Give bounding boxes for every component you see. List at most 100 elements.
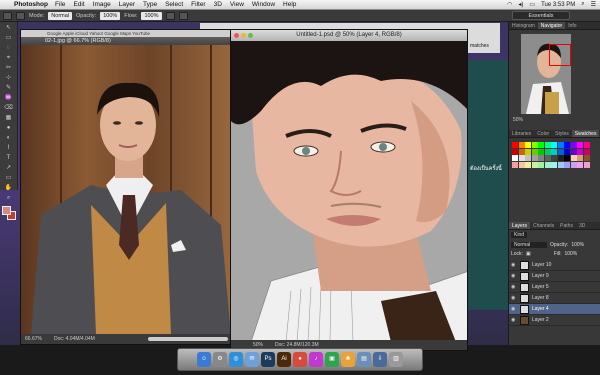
color-swatch[interactable] <box>531 142 538 148</box>
visibility-eye-icon[interactable]: ◉ <box>511 317 517 323</box>
menu-select[interactable]: Select <box>165 1 183 8</box>
visibility-eye-icon[interactable]: ◉ <box>511 306 517 312</box>
menu-file[interactable]: File <box>55 1 65 8</box>
menu-image[interactable]: Image <box>93 1 111 8</box>
color-swatch[interactable] <box>518 142 525 148</box>
color-swatch[interactable] <box>525 155 531 161</box>
color-swatch[interactable] <box>538 155 544 161</box>
volume-icon[interactable]: ◂) <box>518 1 523 8</box>
color-swatch[interactable] <box>577 155 583 161</box>
color-swatch[interactable] <box>583 142 590 148</box>
menu-filter[interactable]: Filter <box>191 1 205 8</box>
color-swatch[interactable] <box>538 142 544 148</box>
color-swatch[interactable] <box>551 155 557 161</box>
eraser-tool-icon[interactable]: ⌫ <box>4 104 14 112</box>
dock-mail-icon[interactable]: ✉ <box>245 352 259 367</box>
painting-document-window[interactable]: Untitled-1.psd @ 50% (Layer 4, RGB/8) 50… <box>230 29 468 351</box>
tab-info[interactable]: Info <box>565 22 579 29</box>
menu-view[interactable]: View <box>230 1 244 8</box>
menu-help[interactable]: Help <box>283 1 296 8</box>
doc1-zoom[interactable]: 66.67% <box>25 334 42 344</box>
color-swatch[interactable] <box>564 155 570 161</box>
reference-document-window[interactable]: Google Apple iCloud Yahoo! Google Maps Y… <box>20 29 235 345</box>
color-swatch[interactable] <box>570 155 577 161</box>
color-swatch[interactable] <box>557 161 564 168</box>
lock-icon[interactable]: ▣ <box>526 251 531 257</box>
layer-row[interactable]: ◉ Layer 5 <box>509 282 600 293</box>
clock[interactable]: Tue 3:53 PM <box>541 2 575 8</box>
color-swatch[interactable] <box>564 161 570 168</box>
tab-color[interactable]: Color <box>534 130 552 137</box>
foreground-color-swatch[interactable] <box>1 206 11 215</box>
layer-row[interactable]: ◉ Layer 2 <box>509 315 600 326</box>
dock-photoshop-icon[interactable]: Ps <box>261 352 275 367</box>
color-swatch[interactable] <box>583 155 590 161</box>
color-swatch[interactable] <box>512 161 518 168</box>
color-swatch[interactable] <box>577 148 583 155</box>
path-select-tool-icon[interactable]: ↗ <box>4 164 14 172</box>
wifi-icon[interactable]: ◠ <box>507 1 512 8</box>
doc2-titlebar[interactable]: Untitled-1.psd @ 50% (Layer 4, RGB/8) <box>231 30 467 41</box>
tab-navigator[interactable]: Navigator <box>537 22 566 29</box>
dodge-tool-icon[interactable]: ◐ <box>4 134 14 142</box>
blur-tool-icon[interactable]: ● <box>4 124 14 132</box>
opacity-field[interactable]: 100% <box>100 11 121 20</box>
color-swatch[interactable] <box>544 148 551 155</box>
menu-app-name[interactable]: Photoshop <box>14 1 48 8</box>
color-swatch[interactable] <box>551 148 557 155</box>
color-swatch[interactable] <box>512 142 518 148</box>
color-swatch[interactable] <box>577 161 583 168</box>
tab-paths[interactable]: Paths <box>557 222 576 229</box>
shape-tool-icon[interactable]: ▭ <box>4 174 14 182</box>
color-swatch[interactable] <box>531 155 538 161</box>
eyedropper-tool-icon[interactable]: ⊹ <box>4 74 14 82</box>
color-swatch[interactable] <box>557 155 564 161</box>
layer-row-selected[interactable]: ◉ Layer 4 <box>509 304 600 315</box>
workspace-switcher[interactable]: Essentials <box>512 11 570 20</box>
doc2-canvas[interactable] <box>231 41 467 342</box>
color-swatch[interactable] <box>525 142 531 148</box>
tab-histogram[interactable]: Histogram <box>509 22 538 29</box>
color-swatch[interactable] <box>564 148 570 155</box>
color-swatch[interactable] <box>583 148 590 155</box>
layer-row[interactable]: ◉ Layer 8 <box>509 293 600 304</box>
layer-row[interactable]: ◉ Layer 9 <box>509 271 600 282</box>
dock-illustrator-icon[interactable]: Ai <box>277 352 291 367</box>
zoom-button[interactable] <box>248 33 253 38</box>
color-swatch[interactable] <box>544 142 551 148</box>
tab-libraries[interactable]: Libraries <box>509 130 534 137</box>
type-tool-icon[interactable]: T <box>4 154 14 162</box>
blend-mode-select[interactable]: Normal <box>511 242 547 248</box>
color-swatch[interactable] <box>570 161 577 168</box>
dock-finder-folder-icon[interactable]: ▤ <box>357 352 371 367</box>
visibility-eye-icon[interactable]: ◉ <box>511 273 517 279</box>
dock-safari-icon[interactable]: ◎ <box>229 352 243 367</box>
move-tool-icon[interactable]: ↖ <box>4 24 14 32</box>
color-swatch[interactable] <box>544 161 551 168</box>
color-swatch[interactable] <box>551 161 557 168</box>
color-swatch[interactable] <box>557 142 564 148</box>
visibility-eye-icon[interactable]: ◉ <box>511 284 517 290</box>
brush-tool-icon[interactable]: ♒ <box>4 94 14 102</box>
color-swatches[interactable] <box>1 206 16 220</box>
dock-photos-icon[interactable]: ❀ <box>341 352 355 367</box>
menu-3d[interactable]: 3D <box>214 1 222 8</box>
navigator-view-box[interactable] <box>549 44 571 66</box>
zoom-tool-icon[interactable]: ⌕ <box>4 194 14 202</box>
navigator-thumbnail[interactable] <box>521 34 571 114</box>
tab-channels[interactable]: Channels <box>530 222 557 229</box>
dock-facetime-icon[interactable]: ▣ <box>325 352 339 367</box>
lasso-tool-icon[interactable]: ◌ <box>4 44 14 52</box>
color-swatch[interactable] <box>538 148 544 155</box>
color-swatch[interactable] <box>577 142 583 148</box>
dock-chrome-icon[interactable]: ● <box>293 352 307 367</box>
color-swatch[interactable] <box>518 148 525 155</box>
color-swatch[interactable] <box>551 142 557 148</box>
layer-row[interactable]: ◉ Layer 10 <box>509 260 600 271</box>
quick-select-tool-icon[interactable]: ⌖ <box>4 54 14 62</box>
menu-type[interactable]: Type <box>143 1 157 8</box>
crop-tool-icon[interactable]: ✂ <box>4 64 14 72</box>
close-button[interactable] <box>234 33 239 38</box>
color-swatch[interactable] <box>538 161 544 168</box>
color-swatch[interactable] <box>531 161 538 168</box>
